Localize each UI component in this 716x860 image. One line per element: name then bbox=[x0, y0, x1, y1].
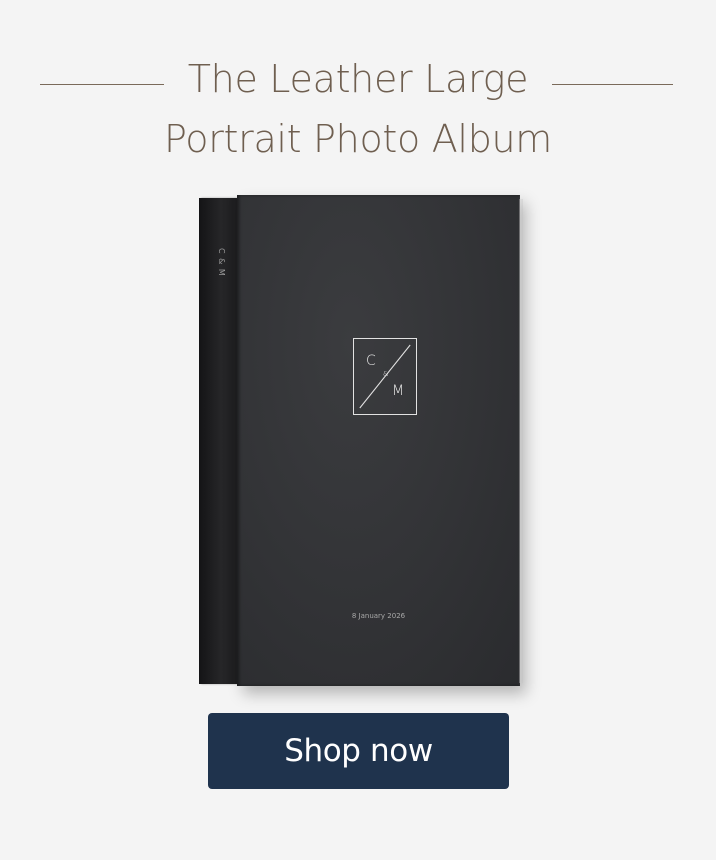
album-cover: C & M 8 January 2026 bbox=[237, 195, 523, 686]
album-spine: C & M bbox=[199, 198, 239, 684]
product-title-line-1: The Leather Large bbox=[187, 57, 529, 101]
monogram-ampersand: & bbox=[383, 370, 389, 378]
product-title-line-2: Portrait Photo Album bbox=[163, 117, 553, 161]
spine-monogram: C & M bbox=[217, 248, 226, 277]
album-page-edge bbox=[519, 199, 523, 683]
product-promo-page: The Leather Large Portrait Photo Album C… bbox=[0, 0, 716, 860]
shop-now-button[interactable]: Shop now bbox=[208, 713, 509, 789]
monogram-emblem: C & M bbox=[353, 338, 417, 415]
monogram-initial-c: C bbox=[366, 353, 376, 369]
cover-date-text: 8 January 2026 bbox=[351, 612, 406, 620]
photo-album-image: C & M C & M 8 January 2026 bbox=[199, 195, 523, 686]
monogram-initial-m: M bbox=[392, 383, 405, 399]
